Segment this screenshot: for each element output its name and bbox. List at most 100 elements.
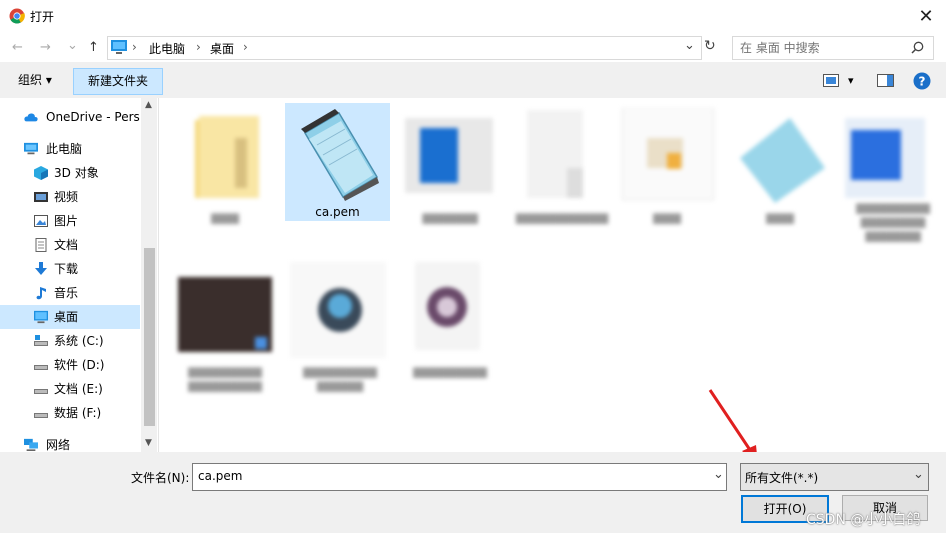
refresh-icon[interactable]: ↻ [704, 38, 716, 54]
file-icon [527, 110, 583, 198]
sidebar-item-label: 音乐 [54, 286, 79, 300]
window-title: 打开 [30, 10, 55, 24]
file-name: ca.pem [315, 205, 360, 219]
view-options-icon[interactable] [823, 74, 839, 87]
chevron-down-icon: ⌄ [67, 38, 78, 53]
sidebar-item-videos[interactable]: 视频 [0, 185, 140, 209]
scroll-down-icon[interactable]: ▼ [145, 438, 152, 448]
forward-arrow-icon: → [40, 40, 51, 55]
file-name-redacted: ▆▆▆▆▆▆ [422, 210, 478, 224]
back-arrow-icon: ← [12, 40, 23, 55]
drive-icon [34, 413, 48, 418]
up-arrow-icon: ↑ [88, 40, 99, 55]
recent-locations-button[interactable]: ⌄ [67, 38, 78, 53]
cloud-icon [24, 113, 38, 122]
pc-icon [111, 40, 127, 54]
search-input[interactable] [738, 38, 902, 58]
file-name-redacted: ▆▆▆ [211, 210, 239, 224]
preview-pane-icon[interactable] [877, 74, 894, 87]
sidebar-item-label: 系统 (C:) [54, 334, 104, 348]
sidebar-item-label: 文档 [54, 238, 79, 252]
image-thumbnail-icon [178, 277, 272, 352]
back-button[interactable]: ← [12, 40, 23, 55]
music-icon [36, 287, 46, 300]
sidebar-item-3d-objects[interactable]: 3D 对象 [0, 161, 140, 185]
close-button[interactable]: ✕ [906, 0, 946, 32]
drive-icon [34, 335, 48, 346]
sidebar-item-label: 软件 (D:) [54, 358, 105, 372]
file-name-redacted: ▆▆▆▆▆▆▆▆ [413, 364, 487, 378]
file-item-ca-pem[interactable]: ca.pem [285, 103, 390, 221]
breadcrumb-desktop[interactable]: 桌面 [210, 40, 234, 57]
sidebar-item-pictures[interactable]: 图片 [0, 209, 140, 233]
app-icon [405, 118, 493, 193]
video-icon [34, 192, 48, 202]
file-name-redacted: ▆▆▆▆▆▆▆▆ ▆▆▆▆▆▆▆ ▆▆▆▆▆▆ [856, 200, 930, 242]
forward-button[interactable]: → [40, 40, 51, 55]
help-icon[interactable]: ? [913, 72, 931, 90]
sidebar-item-drive-e[interactable]: 文档 (E:) [0, 377, 140, 401]
filename-input[interactable] [192, 463, 727, 491]
sidebar-item-label: 数据 (F:) [54, 406, 102, 420]
sidebar-item-desktop[interactable]: 桌面 [0, 305, 140, 329]
file-icon [415, 262, 480, 350]
file-name-redacted: ▆▆▆ [653, 210, 681, 224]
breadcrumb-this-pc[interactable]: 此电脑 [149, 40, 185, 57]
sidebar-item-music[interactable]: 音乐 [0, 281, 140, 305]
drive-icon [34, 365, 48, 370]
organize-button[interactable]: 组织 ▾ [18, 68, 52, 92]
close-icon: ✕ [918, 5, 934, 27]
breadcrumb-separator: › [243, 40, 248, 54]
filename-label: 文件名(N): [131, 471, 190, 485]
picture-icon [34, 215, 48, 227]
document-icon [35, 238, 47, 252]
up-button[interactable]: ↑ [88, 40, 99, 55]
sidebar-item-network[interactable]: 网络 [0, 433, 140, 451]
filename-dropdown-icon[interactable]: ⌄ [713, 467, 724, 482]
sidebar-item-label: 网络 [46, 438, 71, 451]
title-bar [0, 0, 946, 32]
breadcrumb-separator: › [196, 40, 201, 54]
sidebar-item-label: 文档 (E:) [54, 382, 103, 396]
cube-icon [34, 166, 48, 180]
search-icon [911, 41, 924, 54]
app-icon [290, 262, 386, 358]
sidebar-item-label: 视频 [54, 190, 79, 204]
shortcut-icon [621, 108, 715, 201]
filename-value[interactable]: ca.pem [198, 469, 242, 483]
sidebar-item-drive-c[interactable]: 系统 (C:) [0, 329, 140, 353]
sidebar-item-this-pc[interactable]: 此电脑 [0, 137, 140, 161]
sidebar-item-label: OneDrive - Perso [46, 110, 140, 124]
watermark: CSDN @小小白鸽 [806, 512, 921, 528]
new-folder-button[interactable]: 新建文件夹 [73, 68, 163, 95]
notepad-icon [301, 109, 379, 201]
sidebar-item-label: 桌面 [54, 310, 79, 324]
sidebar-item-documents[interactable]: 文档 [0, 233, 140, 257]
folder-icon [195, 116, 259, 198]
download-icon [35, 262, 47, 275]
sidebar-item-drive-d[interactable]: 软件 (D:) [0, 353, 140, 377]
file-name-redacted: ▆▆▆ [766, 210, 794, 224]
sidebar-item-drive-f[interactable]: 数据 (F:) [0, 401, 140, 425]
address-dropdown-icon[interactable]: ⌄ [684, 38, 695, 53]
sidebar-item-onedrive[interactable]: OneDrive - Perso [0, 105, 140, 129]
file-name-redacted: ▆▆▆▆▆▆▆▆ ▆▆▆▆▆▆▆▆ [188, 364, 262, 392]
breadcrumb-separator: › [132, 40, 137, 54]
sidebar-scroll-thumb[interactable] [144, 248, 155, 426]
scroll-up-icon[interactable]: ▲ [145, 100, 152, 110]
svg-text:?: ? [919, 75, 926, 89]
filetype-value[interactable]: 所有文件(*.*) [745, 469, 818, 486]
sidebar-item-label: 3D 对象 [54, 166, 99, 180]
view-dropdown-icon[interactable]: ▾ [848, 74, 854, 87]
file-name-redacted: ▆▆▆▆▆▆▆▆ ▆▆▆▆▆ [303, 364, 377, 392]
notepad-icon [740, 118, 825, 203]
pc-icon [24, 142, 38, 155]
app-icon [845, 118, 925, 198]
chrome-icon [9, 8, 25, 24]
network-icon [24, 438, 38, 451]
drive-icon [34, 389, 48, 394]
filetype-dropdown-icon[interactable]: ⌄ [913, 467, 924, 482]
sidebar-item-downloads[interactable]: 下载 [0, 257, 140, 281]
sidebar-item-label: 下载 [54, 262, 79, 276]
sidebar-item-label: 图片 [54, 214, 79, 228]
